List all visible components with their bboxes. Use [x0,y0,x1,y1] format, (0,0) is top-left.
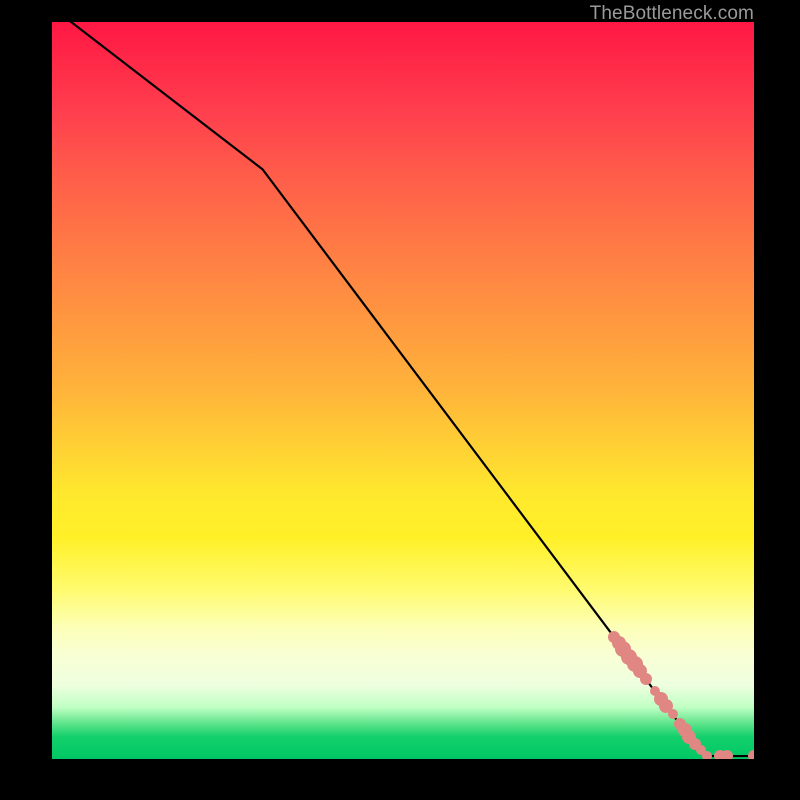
marker-dot [721,750,733,759]
plot-area [52,22,754,759]
marker-dot [640,673,652,685]
curve-line [52,22,754,756]
marker-dot [748,750,754,759]
chart-frame: TheBottleneck.com [0,0,800,800]
marker-dot [702,751,712,759]
line-layer [52,22,754,759]
